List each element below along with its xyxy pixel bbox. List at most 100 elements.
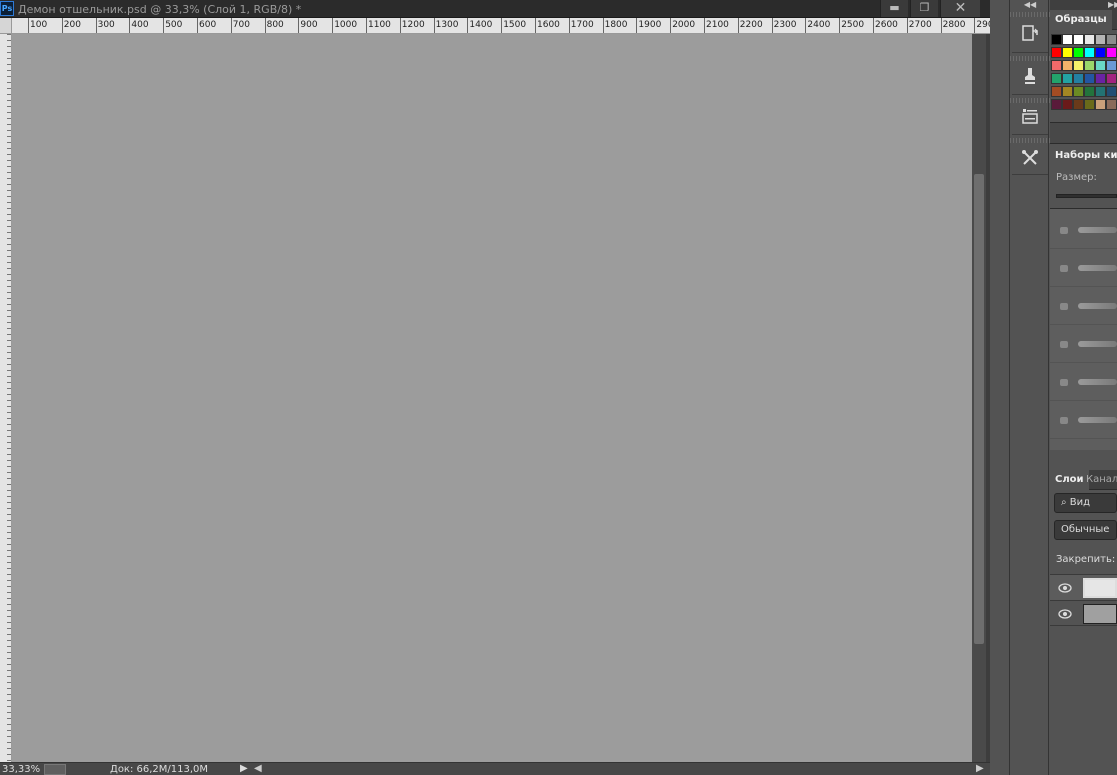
- minimize-button[interactable]: ▬: [880, 0, 908, 17]
- color-swatch[interactable]: [1084, 47, 1095, 58]
- color-swatch[interactable]: [1073, 73, 1084, 84]
- color-swatch[interactable]: [1095, 99, 1106, 110]
- color-swatch[interactable]: [1073, 86, 1084, 97]
- color-swatch[interactable]: [1084, 73, 1095, 84]
- document-titlebar[interactable]: Ps Демон отшельник.psd @ 33,3% (Слой 1, …: [0, 0, 990, 18]
- color-swatch[interactable]: [1106, 47, 1117, 58]
- layer-comps-icon[interactable]: [1014, 102, 1046, 130]
- vertical-ruler[interactable]: [0, 34, 12, 762]
- color-swatch[interactable]: [1106, 73, 1117, 84]
- color-swatch[interactable]: [1106, 86, 1117, 97]
- ruler-tick: [61, 18, 63, 33]
- clone-stamp-icon[interactable]: [1014, 62, 1046, 90]
- swatches-grid: [1050, 33, 1117, 113]
- tool-separator: [1012, 174, 1048, 175]
- layer-filter-dropdown[interactable]: ⌕ Вид: [1054, 493, 1117, 513]
- color-swatch[interactable]: [1062, 60, 1073, 71]
- tool-presets-icon[interactable]: [1014, 144, 1046, 172]
- scroll-left-arrow-icon[interactable]: ◀: [254, 763, 262, 774]
- brush-preset[interactable]: [1050, 365, 1117, 401]
- ruler-tick: [264, 18, 266, 33]
- column-grip[interactable]: [1010, 12, 1050, 17]
- color-swatch[interactable]: [1073, 99, 1084, 110]
- collapse-panels-button[interactable]: ▶▶: [1050, 0, 1117, 10]
- brush-tip-icon: [1060, 265, 1068, 272]
- color-swatch[interactable]: [1073, 60, 1084, 71]
- column-grip[interactable]: [1010, 56, 1050, 61]
- ruler-tick-label: 2200: [739, 20, 763, 30]
- color-swatch[interactable]: [1051, 73, 1062, 84]
- layer-thumbnail[interactable]: [1083, 604, 1117, 624]
- color-swatch[interactable]: [1051, 60, 1062, 71]
- artwork-image[interactable]: [12, 34, 972, 762]
- brush-preset[interactable]: [1050, 289, 1117, 325]
- ruler-tick-label: 2800: [942, 20, 966, 30]
- color-swatch[interactable]: [1106, 34, 1117, 45]
- ruler-tick-label: 1900: [638, 20, 662, 30]
- color-swatch[interactable]: [1084, 60, 1095, 71]
- color-swatch[interactable]: [1062, 86, 1073, 97]
- brush-preset[interactable]: [1050, 327, 1117, 363]
- color-swatch[interactable]: [1095, 86, 1106, 97]
- color-swatch[interactable]: [1051, 47, 1062, 58]
- swatches-tabbar: Образцы: [1050, 10, 1117, 30]
- restore-button[interactable]: ❐: [910, 0, 938, 17]
- canvas-area[interactable]: [12, 34, 972, 762]
- column-grip[interactable]: [1010, 138, 1050, 143]
- color-swatch[interactable]: [1095, 73, 1106, 84]
- brush-size-slider[interactable]: [1056, 194, 1117, 198]
- ruler-tick-label: 2500: [841, 20, 865, 30]
- ruler-tick: [129, 18, 131, 33]
- tab-brush-presets[interactable]: Наборы кистей: [1050, 146, 1117, 166]
- eye-icon[interactable]: [1058, 608, 1072, 620]
- blend-mode-dropdown[interactable]: Обычные: [1054, 520, 1117, 540]
- color-swatch[interactable]: [1062, 73, 1073, 84]
- color-swatch[interactable]: [1095, 47, 1106, 58]
- brush-preset[interactable]: [1050, 251, 1117, 287]
- brush-preset[interactable]: [1050, 213, 1117, 249]
- color-swatch[interactable]: [1095, 34, 1106, 45]
- color-swatch[interactable]: [1062, 34, 1073, 45]
- ruler-tick: [28, 18, 29, 33]
- tab-swatches[interactable]: Образцы: [1050, 10, 1112, 30]
- layer-row[interactable]: [1050, 574, 1117, 600]
- horizontal-ruler[interactable]: 100 200 300 400 500 600 700 800 900 1000 1100 1200 1…: [12, 18, 990, 34]
- ruler-tick-label: 200: [63, 20, 81, 30]
- tool-separator: [1012, 134, 1048, 135]
- vertical-scroll-thumb[interactable]: [974, 174, 984, 644]
- color-swatch[interactable]: [1106, 99, 1117, 110]
- eye-icon[interactable]: [1058, 582, 1072, 594]
- color-swatch[interactable]: [1073, 47, 1084, 58]
- brush-preset[interactable]: [1050, 403, 1117, 439]
- collapse-icons-button[interactable]: ◀◀: [1010, 0, 1050, 10]
- color-swatch[interactable]: [1062, 47, 1073, 58]
- color-swatch[interactable]: [1084, 34, 1095, 45]
- color-swatch[interactable]: [1084, 86, 1095, 97]
- ruler-tick: [535, 18, 536, 33]
- layer-row[interactable]: [1050, 600, 1117, 626]
- color-swatch[interactable]: [1051, 86, 1062, 97]
- ruler-tick: [467, 18, 469, 33]
- history-icon[interactable]: [1014, 20, 1046, 48]
- tab-channels[interactable]: Каналы: [1081, 470, 1117, 490]
- vertical-scrollbar[interactable]: [972, 34, 986, 762]
- color-swatch[interactable]: [1062, 99, 1073, 110]
- brush-stroke-preview: [1078, 379, 1117, 385]
- ruler-origin[interactable]: [0, 18, 12, 34]
- color-swatch[interactable]: [1106, 60, 1117, 71]
- zoom-level[interactable]: 33,33%: [2, 764, 40, 775]
- layer-thumbnail[interactable]: [1083, 578, 1117, 598]
- color-swatch[interactable]: [1073, 34, 1084, 45]
- brush-tip-icon: [1060, 341, 1068, 348]
- color-swatch[interactable]: [1051, 34, 1062, 45]
- color-swatch[interactable]: [1095, 60, 1106, 71]
- close-button[interactable]: ✕: [940, 0, 980, 17]
- color-swatch[interactable]: [1084, 99, 1095, 110]
- color-swatch[interactable]: [1051, 99, 1062, 110]
- photoshop-workspace: Ps Демон отшельник.psd @ 33,3% (Слой 1, …: [0, 0, 1117, 775]
- status-toggle-icon[interactable]: [44, 764, 66, 775]
- status-menu-arrow-icon[interactable]: ▶: [240, 763, 248, 774]
- ruler-tick: [940, 18, 942, 33]
- scroll-right-arrow-icon[interactable]: ▶: [976, 763, 984, 774]
- status-bar: 33,33% Док: 66,2M/113,0M ▶ ◀ ▶: [0, 762, 990, 775]
